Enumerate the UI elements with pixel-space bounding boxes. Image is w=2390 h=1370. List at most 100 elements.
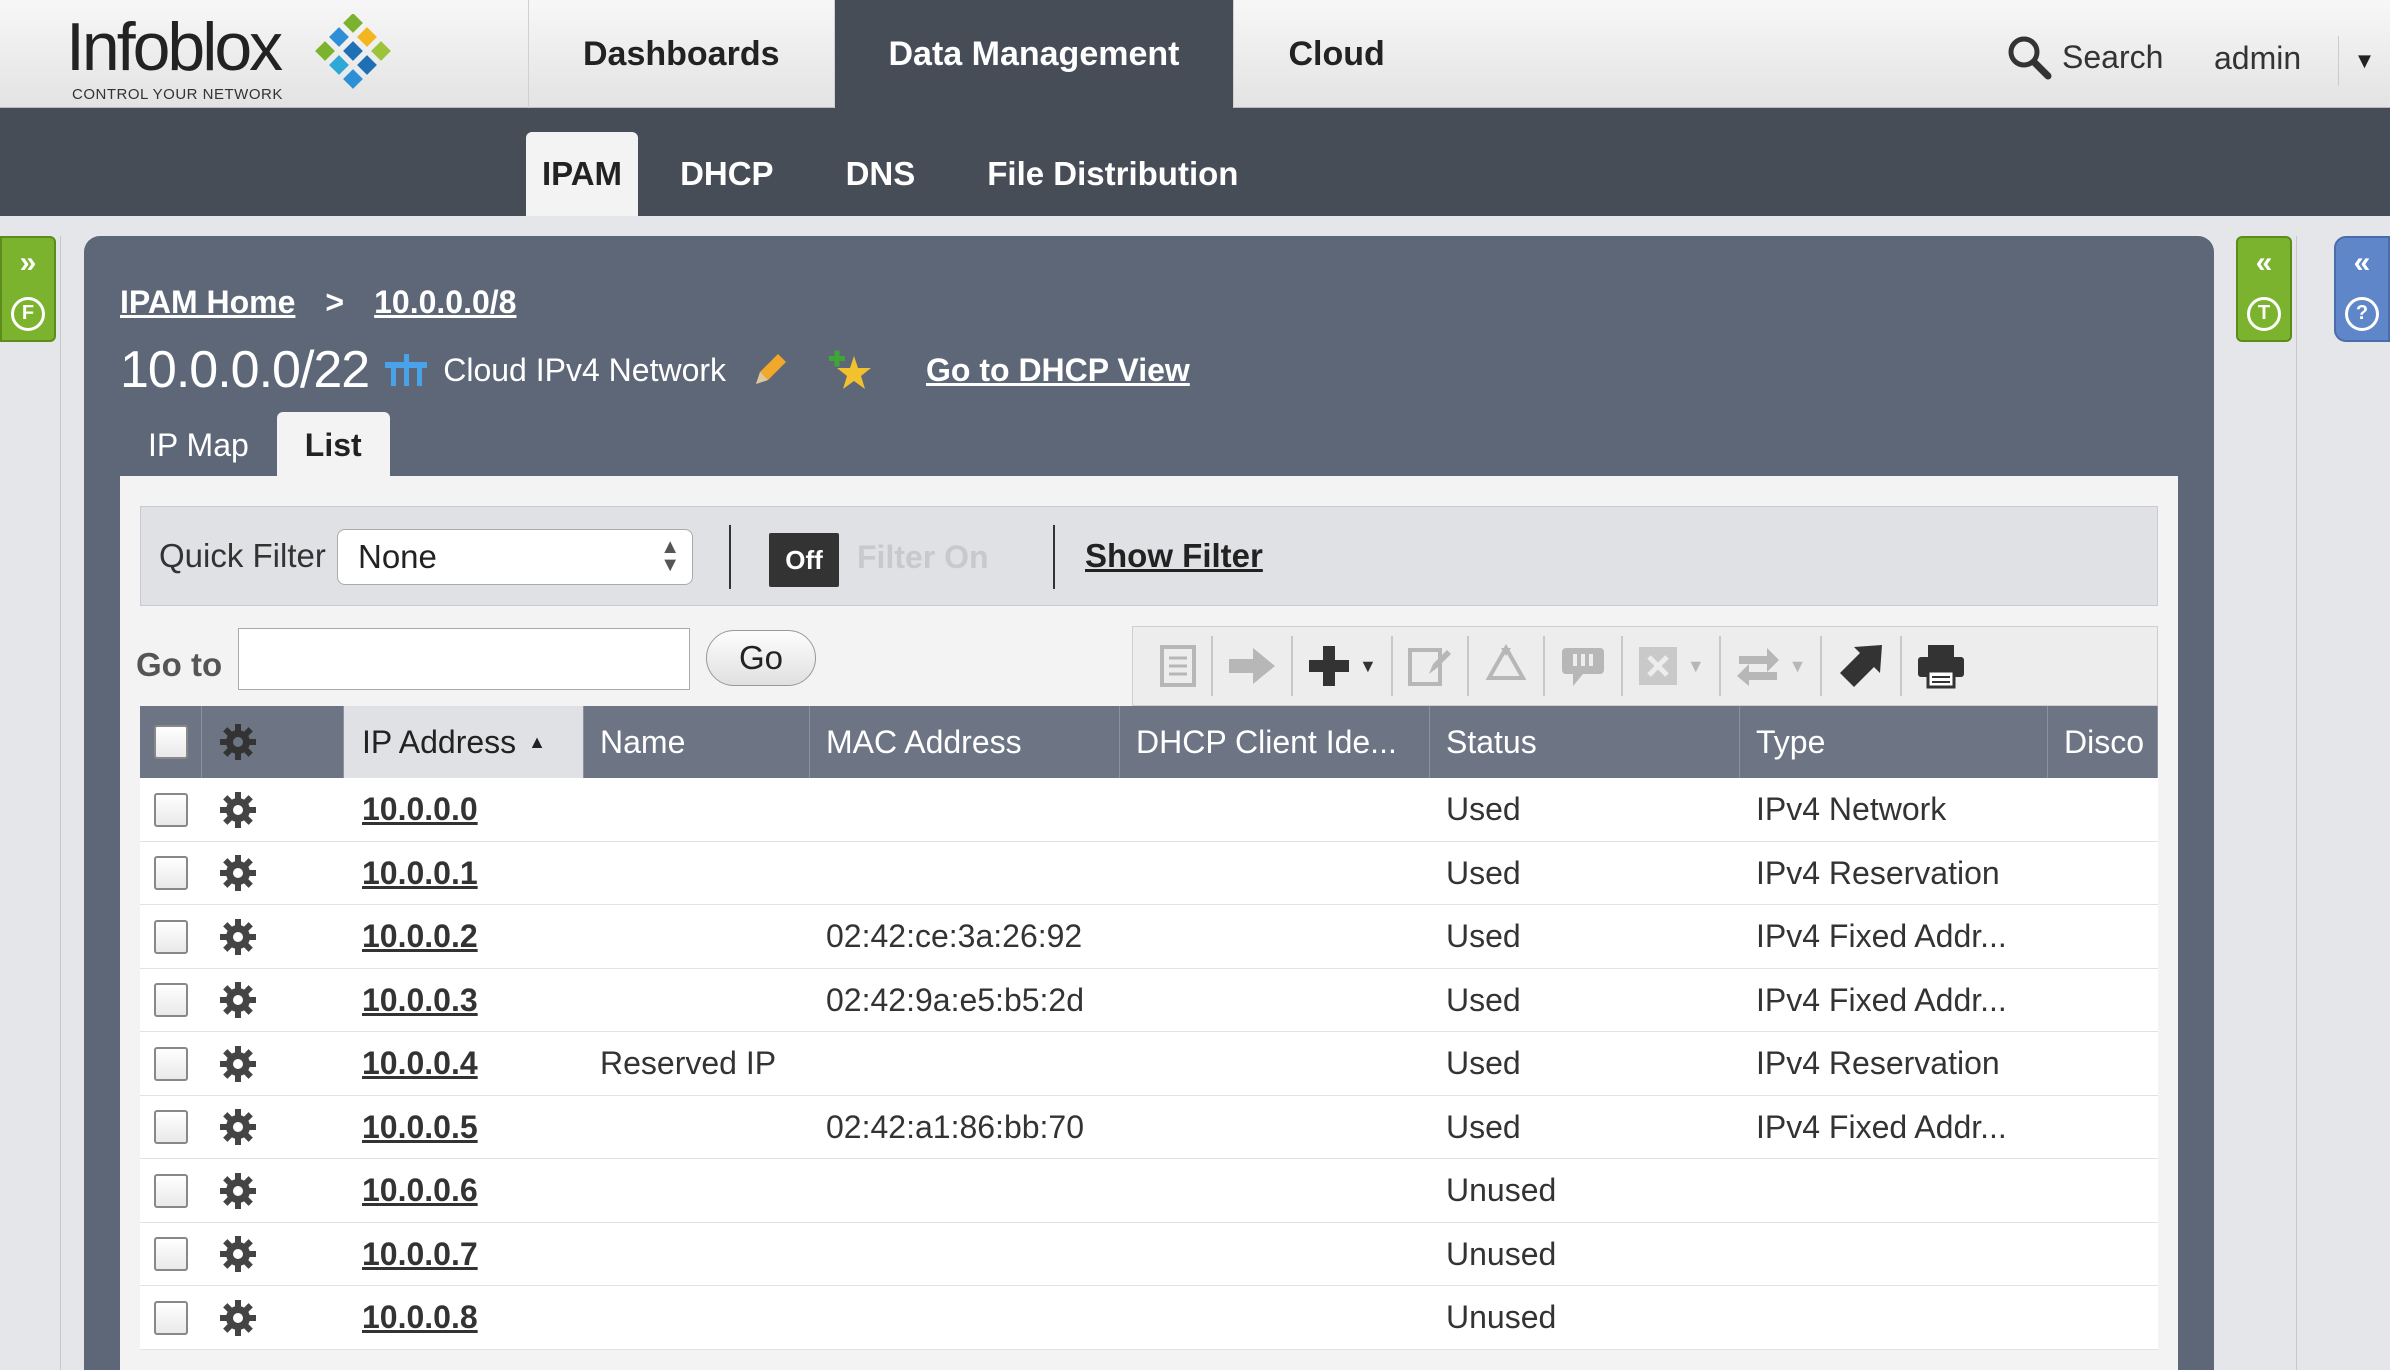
logo-wordmark: Infoblox — [66, 9, 283, 85]
sub-tab-ipam[interactable]: IPAM — [526, 132, 639, 216]
search-button[interactable]: Search — [2006, 34, 2163, 80]
row-action-cell — [202, 905, 344, 968]
main-tab-data-management[interactable]: Data Management — [833, 0, 1234, 108]
table-row[interactable]: 10.0.0.5 02:42:a1:86:bb:70 Used IPv4 Fixed … — [140, 1095, 2158, 1159]
main-tab-cloud[interactable]: Cloud — [1233, 0, 1438, 108]
ip-address-link[interactable]: 10.0.0.8 — [362, 1299, 478, 1336]
dhcp-client-id-cell — [1120, 1032, 1430, 1095]
comment-icon[interactable] — [1545, 636, 1623, 696]
column-header-ip-address[interactable]: IP Address ▲ — [344, 706, 584, 778]
row-checkbox[interactable] — [154, 1300, 188, 1335]
row-action-gear-icon[interactable] — [218, 1107, 258, 1147]
ip-address-link[interactable]: 10.0.0.4 — [362, 1045, 478, 1082]
go-button[interactable]: Go — [706, 630, 816, 686]
edit-icon[interactable] — [1393, 636, 1469, 696]
transfer-icon[interactable]: ▼ — [1721, 636, 1823, 696]
ip-address-link[interactable]: 10.0.0.1 — [362, 855, 478, 892]
row-action-gear-icon[interactable] — [218, 1171, 258, 1211]
next-arrow-icon[interactable] — [1213, 636, 1293, 696]
expand-left-icon: « — [2255, 245, 2273, 279]
reclaim-icon[interactable] — [1469, 636, 1545, 696]
tab-ip-map[interactable]: IP Map — [120, 412, 277, 478]
column-header-mac-address[interactable]: MAC Address — [810, 706, 1120, 778]
row-action-gear-icon[interactable] — [218, 790, 258, 830]
ip-address-link[interactable]: 10.0.0.6 — [362, 1172, 478, 1209]
sub-tab-dhcp[interactable]: DHCP — [650, 132, 804, 216]
type-cell: IPv4 Network — [1756, 791, 1947, 827]
status-cell: Unused — [1446, 1299, 1557, 1335]
ip-address-cell: 10.0.0.2 — [344, 905, 584, 968]
table-row[interactable]: 10.0.0.7 Unused — [140, 1222, 2158, 1286]
row-checkbox[interactable] — [154, 1110, 188, 1144]
table-row[interactable]: 10.0.0.0 Used IPv4 Network — [140, 778, 2158, 842]
row-checkbox[interactable] — [154, 856, 188, 890]
transfer-menu-chevron-down-icon: ▼ — [1788, 655, 1807, 676]
row-checkbox[interactable] — [154, 1237, 188, 1271]
table-row[interactable]: 10.0.0.1 Used IPv4 Reservation — [140, 841, 2158, 905]
row-checkbox[interactable] — [154, 1173, 188, 1208]
sub-tab-file-distribution[interactable]: File Distribution — [957, 132, 1268, 216]
ip-address-link[interactable]: 10.0.0.2 — [362, 918, 478, 955]
quick-filter-select[interactable]: None ▲ ▼ — [337, 529, 693, 585]
ip-address-link[interactable]: 10.0.0.0 — [362, 791, 478, 828]
go-to-dhcp-view-link[interactable]: Go to DHCP View — [926, 352, 1190, 389]
row-action-gear-icon[interactable] — [218, 1234, 258, 1274]
help-panel-toggle[interactable]: « ? — [2334, 236, 2390, 342]
main-tab-dashboards[interactable]: Dashboards — [528, 0, 834, 108]
filter-toggle-on[interactable]: Filter On — [857, 539, 989, 576]
show-filter-link[interactable]: Show Filter — [1085, 537, 1263, 575]
table-row[interactable]: 10.0.0.3 02:42:9a:e5:b5:2d Used IPv4 Fixed … — [140, 968, 2158, 1032]
edit-pencil-icon[interactable] — [750, 350, 790, 390]
tab-list[interactable]: List — [276, 412, 390, 478]
toolbar-panel-toggle[interactable]: « T — [2236, 236, 2292, 342]
row-action-gear-icon[interactable] — [218, 917, 258, 957]
name-cell — [584, 1286, 810, 1349]
row-checkbox[interactable] — [154, 1046, 188, 1081]
column-header-type[interactable]: Type — [1740, 706, 2048, 778]
export-icon[interactable] — [1822, 636, 1903, 696]
breadcrumb-network[interactable]: 10.0.0.0/8 — [374, 284, 516, 321]
column-header-status[interactable]: Status — [1430, 706, 1740, 778]
table-row[interactable]: 10.0.0.2 02:42:ce:3a:26:92 Used IPv4 Fixed … — [140, 905, 2158, 969]
open-icon[interactable] — [1145, 636, 1213, 696]
table-row[interactable]: 10.0.0.6 Unused — [140, 1159, 2158, 1223]
column-header-discovered[interactable]: Disco — [2048, 706, 2158, 778]
row-action-gear-icon[interactable] — [218, 853, 258, 893]
go-to-input[interactable] — [238, 628, 690, 690]
add-favorite-star-icon[interactable] — [826, 348, 876, 392]
discovered-cell — [2048, 905, 2158, 968]
ip-address-link[interactable]: 10.0.0.5 — [362, 1109, 478, 1146]
ip-address-link[interactable]: 10.0.0.3 — [362, 982, 478, 1019]
select-all-checkbox[interactable] — [153, 725, 188, 759]
breadcrumb-ipam-home[interactable]: IPAM Home — [120, 284, 295, 321]
type-cell — [1740, 1159, 2048, 1222]
sub-tab-dns[interactable]: DNS — [816, 132, 946, 216]
delete-icon[interactable]: ▼ — [1623, 636, 1721, 696]
print-icon[interactable] — [1902, 636, 1980, 696]
column-settings-gear-icon[interactable] — [218, 722, 258, 762]
row-select-cell — [140, 969, 202, 1032]
column-header-name[interactable]: Name — [584, 706, 810, 778]
discovered-cell — [2048, 1223, 2158, 1286]
row-checkbox[interactable] — [154, 792, 188, 827]
finder-panel-toggle[interactable]: » F — [0, 236, 56, 342]
row-action-gear-icon[interactable] — [218, 1044, 258, 1084]
row-checkbox[interactable] — [154, 919, 188, 954]
row-action-gear-icon[interactable] — [218, 1298, 258, 1338]
infoblox-logo[interactable]: Infoblox CONTROL YOUR NETWORK — [66, 8, 406, 103]
ip-address-link[interactable]: 10.0.0.7 — [362, 1236, 478, 1273]
add-icon[interactable]: ▼ — [1293, 636, 1393, 696]
table-row[interactable]: 10.0.0.8 Unused — [140, 1286, 2158, 1350]
user-menu-chevron-down-icon[interactable]: ▼ — [2338, 36, 2390, 86]
user-menu[interactable]: admin — [2214, 40, 2301, 77]
column-header-dhcp-client-id[interactable]: DHCP Client Ide... — [1120, 706, 1430, 778]
row-checkbox[interactable] — [154, 983, 188, 1017]
filter-toggle-off[interactable]: Off — [769, 533, 839, 587]
row-action-gear-icon[interactable] — [218, 980, 258, 1020]
dhcp-client-id-cell — [1120, 842, 1430, 905]
mac-address-cell — [810, 1159, 1120, 1222]
table-row[interactable]: 10.0.0.4 Reserved IP Used IPv4 Reservation — [140, 1032, 2158, 1096]
column-header-label: IP Address — [362, 723, 517, 760]
select-arrows-icon: ▲ ▼ — [660, 536, 680, 576]
infoblox-logo-mark-icon — [315, 14, 391, 89]
